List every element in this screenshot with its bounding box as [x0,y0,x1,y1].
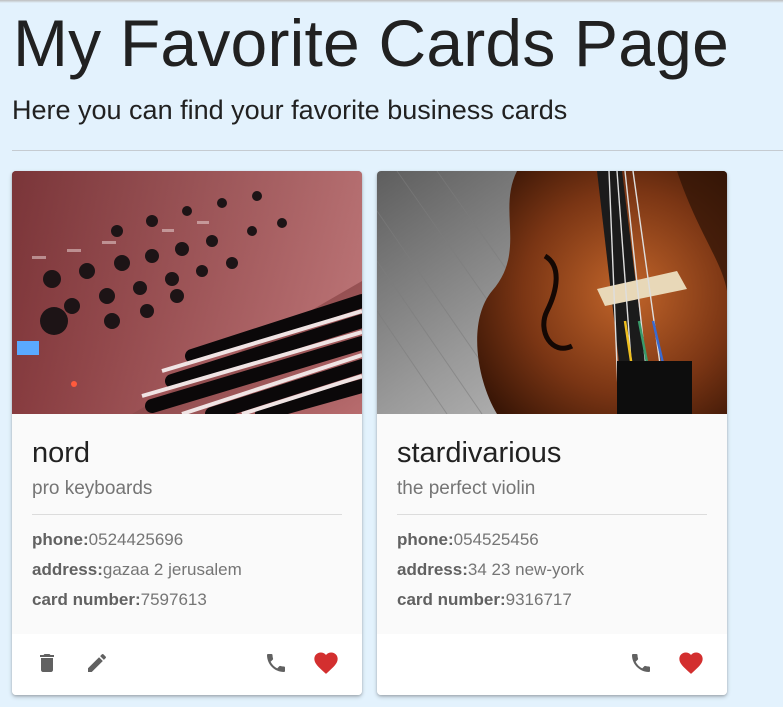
address-value: gazaa 2 jerusalem [102,560,242,579]
card-number-value: 9316717 [505,590,572,609]
page-divider [12,150,783,151]
phone-icon[interactable] [626,648,656,678]
heart-icon[interactable] [311,648,341,678]
business-card-stardivarious: stardivarious the perfect violin phone:0… [377,171,727,695]
address-value: 34 23 new-york [467,560,585,579]
top-edge [0,0,783,3]
card-phone: phone:054525456 [397,530,539,550]
heart-icon[interactable] [676,648,706,678]
card-number: card number:7597613 [32,590,207,610]
card-image-violin [377,171,727,414]
business-card-nord: nord pro keyboards phone:0524425696 addr… [12,171,362,695]
page-title: My Favorite Cards Page [13,6,729,80]
card-number-label: card number: [397,590,506,609]
card-image-keyboard [12,171,362,414]
delete-icon[interactable] [32,648,62,678]
card-actions [12,634,362,695]
card-address: address:34 23 new-york [397,560,584,580]
phone-label: phone: [397,530,454,549]
card-address: address:gazaa 2 jerusalem [32,560,242,580]
card-actions [377,634,727,695]
card-divider [32,514,342,515]
phone-value: 0524425696 [88,530,184,549]
address-label: address: [397,560,468,579]
card-subtitle: the perfect violin [397,478,536,499]
phone-label: phone: [32,530,89,549]
card-title: stardivarious [397,437,562,469]
card-number-value: 7597613 [140,590,207,609]
phone-icon[interactable] [261,648,291,678]
page-subtitle: Here you can find your favorite business… [12,95,568,125]
phone-value: 054525456 [453,530,539,549]
address-label: address: [32,560,103,579]
edit-icon[interactable] [82,648,112,678]
card-phone: phone:0524425696 [32,530,183,550]
card-subtitle: pro keyboards [32,478,153,499]
card-title: nord [32,437,91,469]
card-number-label: card number: [32,590,141,609]
card-divider [397,514,707,515]
card-number: card number:9316717 [397,590,572,610]
